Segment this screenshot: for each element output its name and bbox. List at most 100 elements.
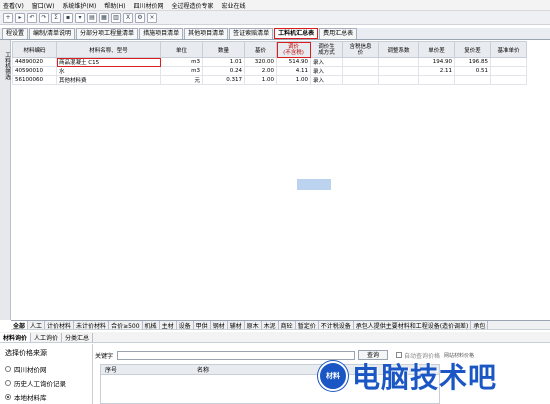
col-serial[interactable]: 序号 bbox=[101, 365, 141, 374]
category-tab[interactable]: 甲供 bbox=[194, 321, 211, 329]
category-tab[interactable]: 主材 bbox=[160, 321, 177, 329]
category-tab[interactable]: 不计税设备 bbox=[319, 321, 354, 329]
tab-material-inquiry[interactable]: 材料询价 bbox=[0, 332, 32, 342]
category-tab[interactable]: 暂定价 bbox=[296, 321, 319, 329]
cell-adj[interactable]: 514.90 bbox=[276, 57, 311, 67]
col-unit-diff[interactable]: 单价差 bbox=[418, 41, 455, 58]
excel-icon[interactable]: X bbox=[123, 12, 133, 23]
cell-base[interactable]: 320.00 bbox=[244, 57, 277, 67]
cell-name[interactable]: 其他材料费 bbox=[56, 75, 161, 85]
radio-sichuan-price[interactable]: 四川材价网 bbox=[5, 364, 87, 374]
category-tab[interactable]: 商砼 bbox=[279, 321, 296, 329]
col-coefficient[interactable]: 调整系数 bbox=[378, 41, 419, 58]
tab-cost-summary[interactable]: 费用汇总表 bbox=[319, 28, 358, 39]
cell-method[interactable]: 录入 bbox=[310, 75, 343, 85]
category-tab[interactable]: 木泥 bbox=[262, 321, 279, 329]
menu-view[interactable]: 查看(V) bbox=[3, 1, 24, 10]
category-tab[interactable]: 辅材 bbox=[228, 321, 245, 329]
cell-adj[interactable]: 4.11 bbox=[276, 66, 311, 76]
layout-icon[interactable]: ▦ bbox=[99, 12, 109, 23]
settings-icon[interactable]: ⚙ bbox=[135, 12, 145, 23]
radio-icon[interactable] bbox=[5, 380, 11, 386]
menu-hongye-online[interactable]: 宏业在线 bbox=[222, 1, 246, 10]
cell-adj[interactable]: 1.00 bbox=[276, 75, 311, 85]
tab-measures-list[interactable]: 措施项目清单 bbox=[139, 28, 184, 39]
cell-code[interactable]: 56100060 bbox=[12, 75, 57, 85]
table-row[interactable]: 44890020 商品混凝土 C15 m3 1.01 320.00 514.90… bbox=[12, 57, 527, 67]
radio-icon[interactable] bbox=[5, 394, 11, 400]
tab-visa-claims[interactable]: 签证索赔清单 bbox=[229, 28, 274, 39]
category-tab[interactable]: 合价≥500 bbox=[109, 321, 143, 329]
category-tab[interactable]: 全部 bbox=[11, 321, 29, 329]
tab-sub-item-list[interactable]: 分部分项工程量清单 bbox=[76, 28, 139, 39]
category-tab[interactable]: 设备 bbox=[177, 321, 194, 329]
tab-labor-inquiry[interactable]: 人工询价 bbox=[31, 332, 63, 342]
category-tab[interactable]: 未计价材料 bbox=[74, 321, 110, 329]
category-tab[interactable]: 原木 bbox=[245, 321, 262, 329]
cell-std[interactable] bbox=[490, 57, 527, 67]
col-unit[interactable]: 单位 bbox=[160, 41, 203, 58]
col-base-price[interactable]: 基价 bbox=[244, 41, 277, 58]
cell-qty[interactable]: 1.01 bbox=[202, 57, 245, 67]
cell-std[interactable] bbox=[490, 75, 527, 85]
category-tab[interactable]: 计价材料 bbox=[45, 321, 75, 329]
col-code[interactable]: 材料编码 bbox=[12, 41, 57, 58]
save-icon[interactable]: ▪ bbox=[63, 12, 73, 23]
tab-other-items[interactable]: 其他项目清单 bbox=[184, 28, 229, 39]
open-icon[interactable]: ▸ bbox=[15, 12, 25, 23]
radio-local-library[interactable]: 本地材料库 bbox=[5, 392, 87, 402]
tab-material-summary[interactable]: 工料机汇总表 bbox=[274, 28, 319, 39]
tab-category-summary[interactable]: 分类汇总 bbox=[62, 332, 94, 342]
cell-name[interactable]: 商品混凝土 C15 bbox=[56, 57, 161, 67]
col-adjusted-price[interactable]: 调价 (不含税) bbox=[276, 41, 311, 58]
tab-list-notes[interactable]: 编制/清单说明 bbox=[29, 28, 76, 39]
cell-rediff[interactable] bbox=[454, 75, 491, 85]
col-tax-info-price[interactable]: 含税信息 价 bbox=[342, 41, 379, 58]
cell-tax[interactable] bbox=[342, 57, 379, 67]
cell-coef[interactable] bbox=[378, 57, 419, 67]
category-tab[interactable]: 人工 bbox=[28, 321, 46, 329]
menu-sichuan-price[interactable]: 四川材价网 bbox=[133, 1, 163, 10]
cell-name[interactable]: 水 bbox=[56, 66, 161, 76]
cell-diff[interactable]: 194.90 bbox=[418, 57, 455, 67]
cell-tax[interactable] bbox=[342, 75, 379, 85]
cell-base[interactable]: 2.00 bbox=[244, 66, 277, 76]
col-total-diff[interactable]: 复价差 bbox=[454, 41, 491, 58]
cell-qty[interactable]: 0.317 bbox=[202, 75, 245, 85]
menu-system[interactable]: 系统维护(M) bbox=[62, 1, 96, 10]
cell-unit[interactable]: m3 bbox=[160, 57, 203, 67]
category-tab[interactable]: 承包人提供主要材料和工程设备(造价调差) bbox=[354, 321, 472, 329]
cell-tax[interactable] bbox=[342, 66, 379, 76]
calc-icon[interactable]: Σ bbox=[51, 12, 61, 23]
cell-rediff[interactable]: 196.85 bbox=[454, 57, 491, 67]
menu-cost-expert[interactable]: 全过程造价专家 bbox=[172, 1, 214, 10]
table-row[interactable]: 40590010 水 m3 0.24 2.00 4.11 录入 2.11 0.5… bbox=[12, 66, 527, 76]
category-tab[interactable]: 机械 bbox=[143, 321, 160, 329]
selected-cell[interactable] bbox=[297, 179, 331, 190]
cell-diff[interactable] bbox=[418, 75, 455, 85]
col-qty[interactable]: 数量 bbox=[202, 41, 245, 58]
tab-project-settings[interactable]: 程设置 bbox=[2, 28, 29, 39]
menu-help[interactable]: 帮助(H) bbox=[104, 1, 125, 10]
cell-diff[interactable]: 2.11 bbox=[418, 66, 455, 76]
cell-code[interactable]: 44890020 bbox=[12, 57, 57, 67]
material-filter-sidebar[interactable]: 工料机筛选 bbox=[0, 40, 11, 320]
new-icon[interactable]: + bbox=[3, 12, 13, 23]
cell-rediff[interactable]: 0.51 bbox=[454, 66, 491, 76]
grid-icon[interactable]: ▥ bbox=[111, 12, 121, 23]
cell-method[interactable]: 录入 bbox=[310, 66, 343, 76]
cell-unit[interactable]: m3 bbox=[160, 66, 203, 76]
cell-coef[interactable] bbox=[378, 66, 419, 76]
undo-icon[interactable]: ↶ bbox=[27, 12, 37, 23]
radio-icon[interactable] bbox=[5, 366, 11, 372]
radio-history-labor[interactable]: 历史人工询价记录 bbox=[5, 378, 87, 388]
redo-icon[interactable]: ↷ bbox=[39, 12, 49, 23]
filter-icon[interactable]: ▾ bbox=[75, 12, 85, 23]
col-adjust-method[interactable]: 调价生 成方式 bbox=[310, 41, 343, 58]
cell-coef[interactable] bbox=[378, 75, 419, 85]
cell-std[interactable] bbox=[490, 66, 527, 76]
close-icon[interactable]: × bbox=[147, 12, 157, 23]
cell-method[interactable]: 录入 bbox=[310, 57, 343, 67]
col-name[interactable]: 名称 bbox=[141, 365, 209, 374]
table-row[interactable]: 56100060 其他材料费 元 0.317 1.00 1.00 录入 bbox=[12, 75, 527, 85]
